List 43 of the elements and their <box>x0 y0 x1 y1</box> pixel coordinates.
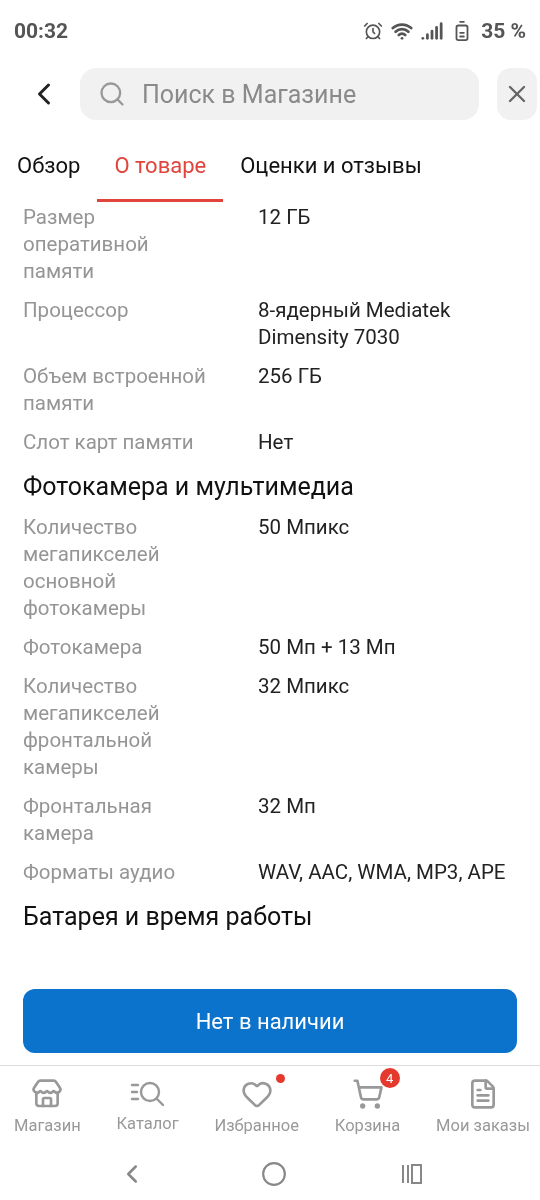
alarm-icon <box>363 21 384 41</box>
signal-icon <box>421 20 444 42</box>
tab[interactable]: Оценки и отзывы <box>223 126 439 202</box>
spec-value: 12 ГБ <box>258 204 312 231</box>
section-heading: Фотокамера и мультимедиа <box>23 472 355 502</box>
spec-label: Количество мегапикселей фронтальной камеры <box>23 673 161 781</box>
search-field[interactable]: Поиск в Магазине <box>80 68 479 120</box>
spec-label: Объем встроенной памяти <box>23 363 207 417</box>
spec-value: 32 Мпикс <box>258 673 351 700</box>
spec-label: Количество мегапикселей основной фотокамеры <box>23 514 161 622</box>
section-heading: Батарея и время работы <box>23 902 314 932</box>
spec-value: WAV, AAC, WMA, MP3, APE <box>258 859 507 886</box>
spec-value: 32 Мп <box>258 793 317 820</box>
spec-label: Слот карт памяти <box>23 429 195 456</box>
nav-item[interactable]: Каталог <box>110 1066 185 1148</box>
spec-label: Форматы аудио <box>23 859 177 886</box>
spec-label: Фронтальная камера <box>23 793 153 847</box>
nav-item[interactable]: Мои заказы <box>430 1066 536 1148</box>
store-icon <box>31 1078 64 1110</box>
spec-value: Нет <box>258 429 295 456</box>
wifi-icon <box>391 20 414 42</box>
tab[interactable]: Обзор <box>0 126 98 202</box>
battery-percent: 35 % <box>481 19 526 43</box>
nav-item[interactable]: 4 Корзина <box>328 1066 407 1148</box>
search-input[interactable]: Поиск в Магазине <box>140 78 461 110</box>
tab[interactable]: О товаре <box>97 126 224 202</box>
spec-value: 256 ГБ <box>258 363 323 390</box>
count-badge: 4 <box>379 1068 400 1088</box>
out-of-stock-button[interactable]: Нет в наличии <box>23 989 517 1053</box>
spec-value: 50 Мпикс <box>258 514 351 541</box>
cart-icon <box>351 1078 384 1110</box>
spec-value: 50 Мп + 13 Мп <box>258 634 397 661</box>
nav-item[interactable]: Магазин <box>8 1066 87 1148</box>
spec-label: Размер оперативной памяти <box>23 204 150 285</box>
nav-item[interactable]: Избранное <box>208 1066 305 1148</box>
search-icon <box>98 80 126 108</box>
spec-label: Фотокамера <box>23 634 144 661</box>
close-button[interactable] <box>497 68 537 120</box>
home-icon[interactable] <box>261 1161 287 1187</box>
status-time: 00:32 <box>14 19 69 43</box>
spec-value: 8-ядерный Mediatek Dimensity 7030 <box>258 297 452 351</box>
recents-icon[interactable] <box>401 1163 423 1185</box>
spec-label: Процессор <box>23 297 130 324</box>
